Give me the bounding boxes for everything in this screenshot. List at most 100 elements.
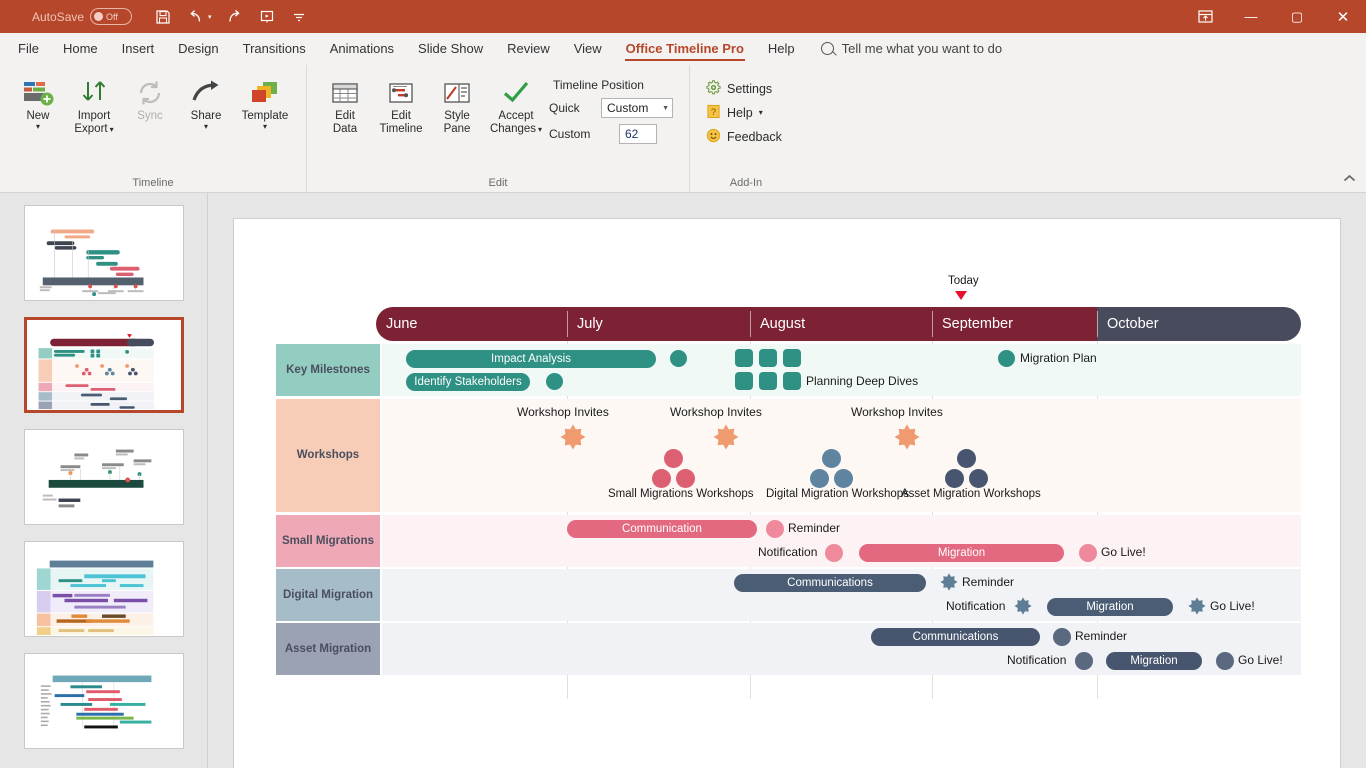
autosave-toggle[interactable]: Off <box>90 8 132 25</box>
burst-marker-icon[interactable] <box>713 424 739 455</box>
slide-thumbnail-5[interactable] <box>24 653 184 749</box>
tab-file[interactable]: File <box>6 33 51 64</box>
tab-animations[interactable]: Animations <box>318 33 406 64</box>
tab-design[interactable]: Design <box>166 33 230 64</box>
milestone-dot[interactable] <box>670 350 687 367</box>
milestone-dot-reminder[interactable] <box>766 520 784 538</box>
tab-transitions[interactable]: Transitions <box>231 33 318 64</box>
custom-position-input[interactable]: 62 <box>619 124 657 144</box>
task-bar-migration[interactable]: Migration <box>1106 652 1202 670</box>
milestone-dot[interactable] <box>834 469 853 488</box>
milestone-square[interactable] <box>759 372 777 390</box>
task-bar-communication[interactable]: Communication <box>567 520 757 538</box>
save-icon[interactable] <box>154 8 172 26</box>
help-dropdown-icon[interactable]: ▾ <box>759 109 763 117</box>
edit-timeline-button[interactable]: Edit Timeline <box>373 72 429 138</box>
milestone-square[interactable] <box>735 372 753 390</box>
milestone-dot-go-live[interactable] <box>1216 652 1234 670</box>
milestone-dot[interactable] <box>810 469 829 488</box>
milestone-dot[interactable] <box>652 469 671 488</box>
tab-review[interactable]: Review <box>495 33 562 64</box>
milestone-dot-notification[interactable] <box>1075 652 1093 670</box>
new-dropdown-icon[interactable]: ▾ <box>36 123 40 131</box>
redo-icon[interactable] <box>226 8 244 26</box>
slide-thumbnail-1[interactable] <box>24 205 184 301</box>
customize-qat-icon[interactable] <box>290 8 308 26</box>
milestone-dot[interactable] <box>664 449 683 468</box>
slide-thumbnail-4[interactable] <box>24 541 184 637</box>
restore-button[interactable]: ▢ <box>1274 0 1320 33</box>
undo-icon[interactable] <box>186 8 204 26</box>
slide-thumbnail-3[interactable] <box>24 429 184 525</box>
burst-marker-icon-notification[interactable] <box>1014 597 1032 620</box>
new-button[interactable]: New ▾ <box>10 72 66 133</box>
help-button[interactable]: ? Help ▾ <box>706 102 782 124</box>
task-bar-impact-analysis[interactable]: Impact Analysis <box>406 350 656 368</box>
quick-select[interactable]: Custom ▼ <box>601 98 673 118</box>
slide-thumbnail-panel[interactable] <box>0 193 208 768</box>
burst-marker-icon[interactable] <box>560 424 586 455</box>
swimlane-workshops[interactable]: Workshops Workshop Invites Workshop Invi… <box>276 399 1301 512</box>
autosave-control[interactable]: AutoSave Off <box>32 8 132 25</box>
milestone-square[interactable] <box>783 372 801 390</box>
tab-office-timeline-pro[interactable]: Office Timeline Pro <box>614 33 756 64</box>
tab-view[interactable]: View <box>562 33 614 64</box>
ribbon-display-options-button[interactable] <box>1182 0 1228 33</box>
task-bar-identify-stakeholders[interactable]: Identify Stakeholders <box>406 373 530 391</box>
milestone-dot[interactable] <box>969 469 988 488</box>
tab-slide-show[interactable]: Slide Show <box>406 33 495 64</box>
accept-changes-dropdown-icon[interactable]: ▾ <box>538 126 542 134</box>
burst-marker-icon-go-live[interactable] <box>1188 597 1206 620</box>
share-dropdown-icon[interactable]: ▾ <box>204 123 208 131</box>
settings-button[interactable]: Settings <box>706 78 782 100</box>
month-cell-july[interactable]: July <box>567 307 750 341</box>
milestone-square[interactable] <box>735 349 753 367</box>
template-dropdown-icon[interactable]: ▾ <box>263 123 267 131</box>
milestone-dot[interactable] <box>676 469 695 488</box>
milestone-dot[interactable] <box>546 373 563 390</box>
edit-data-button[interactable]: Edit Data <box>317 72 373 138</box>
milestone-square[interactable] <box>783 349 801 367</box>
close-button[interactable]: ✕ <box>1320 0 1366 33</box>
swimlane-asset-migration[interactable]: Asset Migration Communications Reminder … <box>276 623 1301 675</box>
feedback-button[interactable]: Feedback <box>706 126 782 148</box>
collapse-ribbon-button[interactable] <box>1343 174 1356 186</box>
task-bar-migration[interactable]: Migration <box>1047 598 1173 616</box>
month-cell-october[interactable]: October <box>1097 307 1301 341</box>
tell-me-search[interactable]: Tell me what you want to do <box>807 33 1002 64</box>
task-bar-communications[interactable]: Communications <box>871 628 1040 646</box>
template-button[interactable]: Template ▾ <box>234 72 296 133</box>
tab-help[interactable]: Help <box>756 33 807 64</box>
milestone-dot-notification[interactable] <box>825 544 843 562</box>
milestone-dot[interactable] <box>945 469 964 488</box>
swimlane-digital-migration[interactable]: Digital Migration Communications Reminde… <box>276 569 1301 621</box>
milestone-dot[interactable] <box>957 449 976 468</box>
style-pane-button[interactable]: Style Pane <box>429 72 485 138</box>
swimlane-key-milestones[interactable]: Key Milestones Impact Analysis Identify … <box>276 344 1301 396</box>
present-icon[interactable] <box>258 8 276 26</box>
share-button[interactable]: Share ▾ <box>178 72 234 133</box>
undo-dropdown-icon[interactable]: ▾ <box>208 13 212 21</box>
import-export-button[interactable]: Import Export ▾ <box>66 72 122 138</box>
burst-marker-icon-reminder[interactable] <box>940 573 958 596</box>
accept-changes-button[interactable]: Accept Changes ▾ <box>485 72 547 138</box>
tab-insert[interactable]: Insert <box>110 33 167 64</box>
month-cell-august[interactable]: August <box>750 307 932 341</box>
timeline-graphic[interactable]: Today June July August <box>276 279 1301 699</box>
slide-canvas[interactable]: Today June July August <box>233 218 1341 768</box>
month-cell-september[interactable]: September <box>932 307 1097 341</box>
slide-thumbnail-2[interactable] <box>24 317 184 413</box>
milestone-square[interactable] <box>759 349 777 367</box>
milestone-dot[interactable] <box>998 350 1015 367</box>
burst-marker-icon[interactable] <box>894 424 920 455</box>
milestone-dot-reminder[interactable] <box>1053 628 1071 646</box>
tab-home[interactable]: Home <box>51 33 110 64</box>
month-cell-june[interactable]: June <box>376 307 567 341</box>
task-bar-communications[interactable]: Communications <box>734 574 926 592</box>
import-export-dropdown-icon[interactable]: ▾ <box>110 126 114 134</box>
swimlane-small-migrations[interactable]: Small Migrations Communication Reminder … <box>276 515 1301 567</box>
milestone-dot[interactable] <box>822 449 841 468</box>
minimize-button[interactable]: — <box>1228 0 1274 33</box>
task-bar-migration[interactable]: Migration <box>859 544 1064 562</box>
milestone-dot-go-live[interactable] <box>1079 544 1097 562</box>
